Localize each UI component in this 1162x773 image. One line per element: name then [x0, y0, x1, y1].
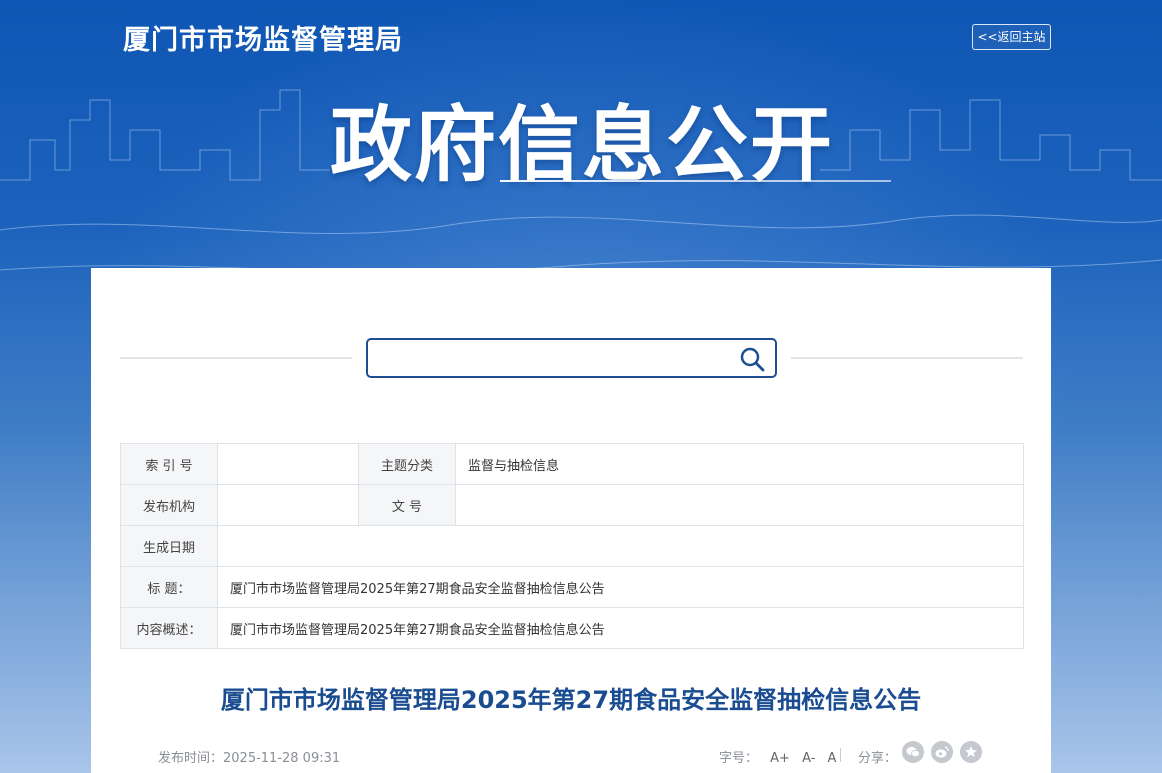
- search-input[interactable]: [376, 345, 726, 371]
- title-value: 厦门市市场监督管理局2025年第27期食品安全监督抽检信息公告: [217, 566, 1024, 608]
- back-to-main-site-button[interactable]: <<返回主站: [972, 24, 1051, 50]
- site-name: 厦门市市场监督管理局: [123, 25, 403, 56]
- created-date-value: [217, 525, 1024, 567]
- table-row: 发布机构 文 号: [120, 484, 1024, 526]
- publish-time: 发布时间：2025-11-28 09:31: [158, 751, 341, 766]
- share-label: 分享：: [858, 751, 898, 766]
- weibo-icon[interactable]: [931, 741, 953, 763]
- font-size-decrease-button[interactable]: A-: [802, 751, 815, 766]
- search-divider-right: [791, 357, 1023, 359]
- font-size-default-button[interactable]: A: [828, 751, 837, 766]
- font-size-label: 字号：: [719, 751, 759, 766]
- article-meta-bar: 发布时间：2025-11-28 09:31 字号： A+ A- A 分享：: [158, 741, 988, 768]
- summary-label: 内容概述：: [120, 607, 218, 649]
- banner-title-underline: [500, 180, 891, 182]
- created-date-label: 生成日期: [120, 525, 218, 567]
- publisher-label: 发布机构: [120, 484, 218, 526]
- table-row: 标 题： 厦门市市场监督管理局2025年第27期食品安全监督抽检信息公告: [120, 566, 1024, 608]
- share-control: 分享：: [858, 747, 897, 766]
- font-size-control: 字号： A+ A- A: [719, 747, 836, 766]
- wechat-icon[interactable]: [902, 741, 924, 763]
- table-row: 生成日期: [120, 525, 1024, 567]
- search-icon[interactable]: [739, 346, 765, 372]
- publisher-value: [217, 484, 359, 526]
- meta-divider: [840, 748, 841, 762]
- doc-no-label: 文 号: [358, 484, 456, 526]
- star-icon[interactable]: [960, 741, 982, 763]
- search-box: [366, 338, 777, 378]
- document-meta-table: 索 引 号 主题分类 监督与抽检信息 发布机构 文 号 生成日期 标 题： 厦门…: [120, 443, 1024, 649]
- doc-no-value: [455, 484, 1024, 526]
- font-size-increase-button[interactable]: A+: [770, 751, 790, 766]
- topic-label: 主题分类: [358, 443, 456, 485]
- summary-value: 厦门市市场监督管理局2025年第27期食品安全监督抽检信息公告: [217, 607, 1024, 649]
- search-divider-left: [120, 357, 352, 359]
- title-label: 标 题：: [120, 566, 218, 608]
- article-title: 厦门市市场监督管理局2025年第27期食品安全监督抽检信息公告: [220, 686, 922, 714]
- table-row: 内容概述： 厦门市市场监督管理局2025年第27期食品安全监督抽检信息公告: [120, 607, 1024, 649]
- table-row: 索 引 号 主题分类 监督与抽检信息: [120, 443, 1024, 485]
- topic-value: 监督与抽检信息: [455, 443, 1024, 485]
- content-card: 索 引 号 主题分类 监督与抽检信息 发布机构 文 号 生成日期 标 题： 厦门…: [91, 268, 1051, 773]
- index-no-label: 索 引 号: [120, 443, 218, 485]
- index-no-value: [217, 443, 359, 485]
